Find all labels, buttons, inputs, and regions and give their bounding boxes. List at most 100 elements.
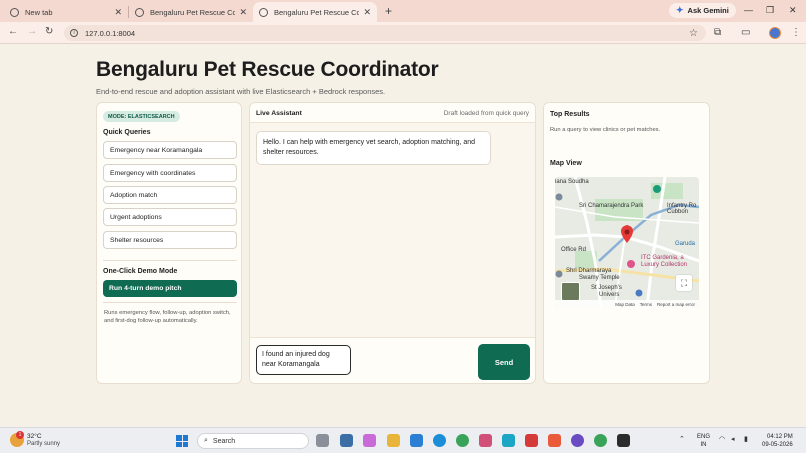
chrome-active-icon[interactable] <box>594 434 607 447</box>
app-icon[interactable] <box>502 434 515 447</box>
minimize-icon[interactable]: — <box>744 5 753 15</box>
new-tab-button[interactable]: + <box>385 4 392 18</box>
map-data-link[interactable]: Map Data <box>615 302 635 307</box>
compose-bar: I found an injured dog near Koramangala … <box>250 337 535 383</box>
chevron-up-icon[interactable]: ⌃ <box>679 435 685 443</box>
globe-icon <box>259 7 268 17</box>
app-icon[interactable] <box>571 434 584 447</box>
map-label: Luxury Collection <box>641 262 688 268</box>
map-layer-toggle[interactable] <box>561 282 580 301</box>
globe-icon <box>135 7 144 17</box>
ask-gemini-label: Ask Gemini <box>687 6 729 15</box>
tab-title: Bengaluru Pet Rescue Coordin <box>274 7 360 17</box>
tab-new-tab[interactable]: New tab ✕ <box>4 2 128 22</box>
taskbar-search[interactable]: ⌕ Search <box>197 433 309 449</box>
ask-gemini-button[interactable]: ✦ Ask Gemini <box>669 3 736 18</box>
clock-date: 09-05-2026 <box>762 442 793 448</box>
map-label: Cubbon <box>667 209 689 215</box>
report-map-error-link[interactable]: Report a map error <box>657 302 695 307</box>
chat-log[interactable]: Hello. I can help with emergency vet sea… <box>250 123 535 337</box>
quick-query-adoption-match[interactable]: Adoption match <box>103 186 237 204</box>
volume-icon[interactable]: ◂ <box>731 435 735 443</box>
terms-link[interactable]: Terms <box>640 302 652 307</box>
notification-badge: 1 <box>16 431 24 439</box>
task-view-icon[interactable] <box>316 434 329 447</box>
page-subtitle: End-to-end rescue and adoption assistant… <box>96 87 386 96</box>
live-assistant-panel: Live Assistant Draft loaded from quick q… <box>249 102 536 384</box>
clock-time: 04:12 PM <box>767 434 793 440</box>
copilot-icon[interactable] <box>363 434 376 447</box>
extensions-icon[interactable]: ⧉ <box>714 27 721 38</box>
message-input[interactable]: I found an injured dog near Koramangala <box>256 345 351 375</box>
quick-queries-heading: Quick Queries <box>103 129 151 136</box>
results-panel: Top Results Run a query to view clinics … <box>543 102 710 384</box>
divider <box>103 302 237 303</box>
windows-taskbar: 1 32°C Partly sunny ⌕ Search ⌃ ENG IN ◠ … <box>0 427 806 453</box>
university-marker-icon <box>635 289 643 297</box>
search-icon: ⌕ <box>204 437 208 444</box>
weather-temp: 32°C <box>27 433 42 440</box>
address-bar[interactable]: i 127.0.0.1:8004 ☆ <box>64 25 706 41</box>
back-arrow-icon[interactable]: ← <box>8 26 18 37</box>
system-clock[interactable]: 04:12 PM 09-05-2026 <box>762 433 793 449</box>
weather-desc: Partly sunny <box>27 441 61 447</box>
map-label: Garuda <box>675 241 696 247</box>
map-footer: Map Data Terms Report a map error <box>555 300 699 308</box>
quick-query-shelter-resources[interactable]: Shelter resources <box>103 231 237 249</box>
slack-icon[interactable] <box>479 434 492 447</box>
lang-top: ENG <box>697 434 711 440</box>
park-marker-icon <box>653 185 661 193</box>
assistant-message: Hello. I can help with emergency vet sea… <box>256 131 491 165</box>
chrome-icon <box>10 7 19 17</box>
place-marker-icon <box>555 193 563 201</box>
battery-icon[interactable]: ▮ <box>744 435 748 443</box>
close-icon[interactable]: ✕ <box>114 7 122 18</box>
tab-title: Bengaluru Pet Rescue Coordin <box>150 7 236 17</box>
map-view[interactable]: lana Soudha Sri Chamarajendra Park Cubbo… <box>555 177 699 308</box>
edge-icon[interactable] <box>433 434 446 447</box>
menu-kebab-icon[interactable]: ⋮ <box>791 27 801 38</box>
close-icon[interactable]: ✕ <box>363 7 371 18</box>
forward-arrow-icon[interactable]: → <box>27 26 37 37</box>
map-label: St Joseph's <box>591 285 622 291</box>
quick-query-emergency-coordinates[interactable]: Emergency with coordinates <box>103 164 237 182</box>
app-icon[interactable] <box>548 434 561 447</box>
page-title: Bengaluru Pet Rescue Coordinator <box>96 58 439 81</box>
restore-icon[interactable]: ❐ <box>766 5 774 16</box>
demo-mode-heading: One-Click Demo Mode <box>103 268 178 275</box>
wifi-icon[interactable]: ◠ <box>719 435 725 443</box>
office-icon[interactable] <box>525 434 538 447</box>
file-explorer-icon[interactable] <box>387 434 400 447</box>
bookmark-star-icon[interactable]: ☆ <box>689 28 698 39</box>
tab-pet-rescue-1[interactable]: Bengaluru Pet Rescue Coordin ✕ <box>129 2 253 22</box>
run-demo-button[interactable]: Run 4-turn demo pitch <box>103 280 237 297</box>
assistant-status: Draft loaded from quick query <box>443 110 529 117</box>
side-panel-icon[interactable]: ▭ <box>741 27 750 38</box>
vscode-icon[interactable] <box>410 434 423 447</box>
search-label: Search <box>212 437 236 445</box>
tab-pet-rescue-2[interactable]: Bengaluru Pet Rescue Coordin ✕ <box>253 2 377 22</box>
top-results-heading: Top Results <box>550 111 590 118</box>
site-info-icon[interactable]: i <box>70 29 78 37</box>
fullscreen-icon[interactable]: ⛶ <box>676 275 692 291</box>
map-label: Sri Chamarajendra Park <box>579 203 644 209</box>
map-view-heading: Map View <box>550 160 582 167</box>
terminal-icon[interactable] <box>617 434 630 447</box>
tab-title: New tab <box>25 7 53 17</box>
store-icon[interactable] <box>340 434 353 447</box>
gemini-icon: ✦ <box>676 5 684 15</box>
quick-query-urgent-adoptions[interactable]: Urgent adoptions <box>103 208 237 226</box>
quick-queries-panel: MODE: ELASTICSEARCH Quick Queries Emerge… <box>96 102 242 384</box>
chrome-taskbar-icon[interactable] <box>456 434 469 447</box>
close-icon[interactable]: ✕ <box>239 7 247 18</box>
language-indicator[interactable]: ENG IN <box>697 433 710 449</box>
quick-query-emergency-koramangala[interactable]: Emergency near Koramangala <box>103 141 237 159</box>
divider <box>103 260 237 261</box>
browser-toolbar: ← → ↻ i 127.0.0.1:8004 ☆ ⧉ ▭ ⋮ <box>0 22 806 44</box>
reload-icon[interactable]: ↻ <box>45 26 53 37</box>
profile-avatar[interactable] <box>769 27 781 39</box>
close-window-icon[interactable]: ✕ <box>789 5 797 16</box>
map-label: Swamy Temple <box>579 275 620 281</box>
windows-start-icon[interactable] <box>176 435 188 447</box>
send-button[interactable]: Send <box>478 344 530 380</box>
